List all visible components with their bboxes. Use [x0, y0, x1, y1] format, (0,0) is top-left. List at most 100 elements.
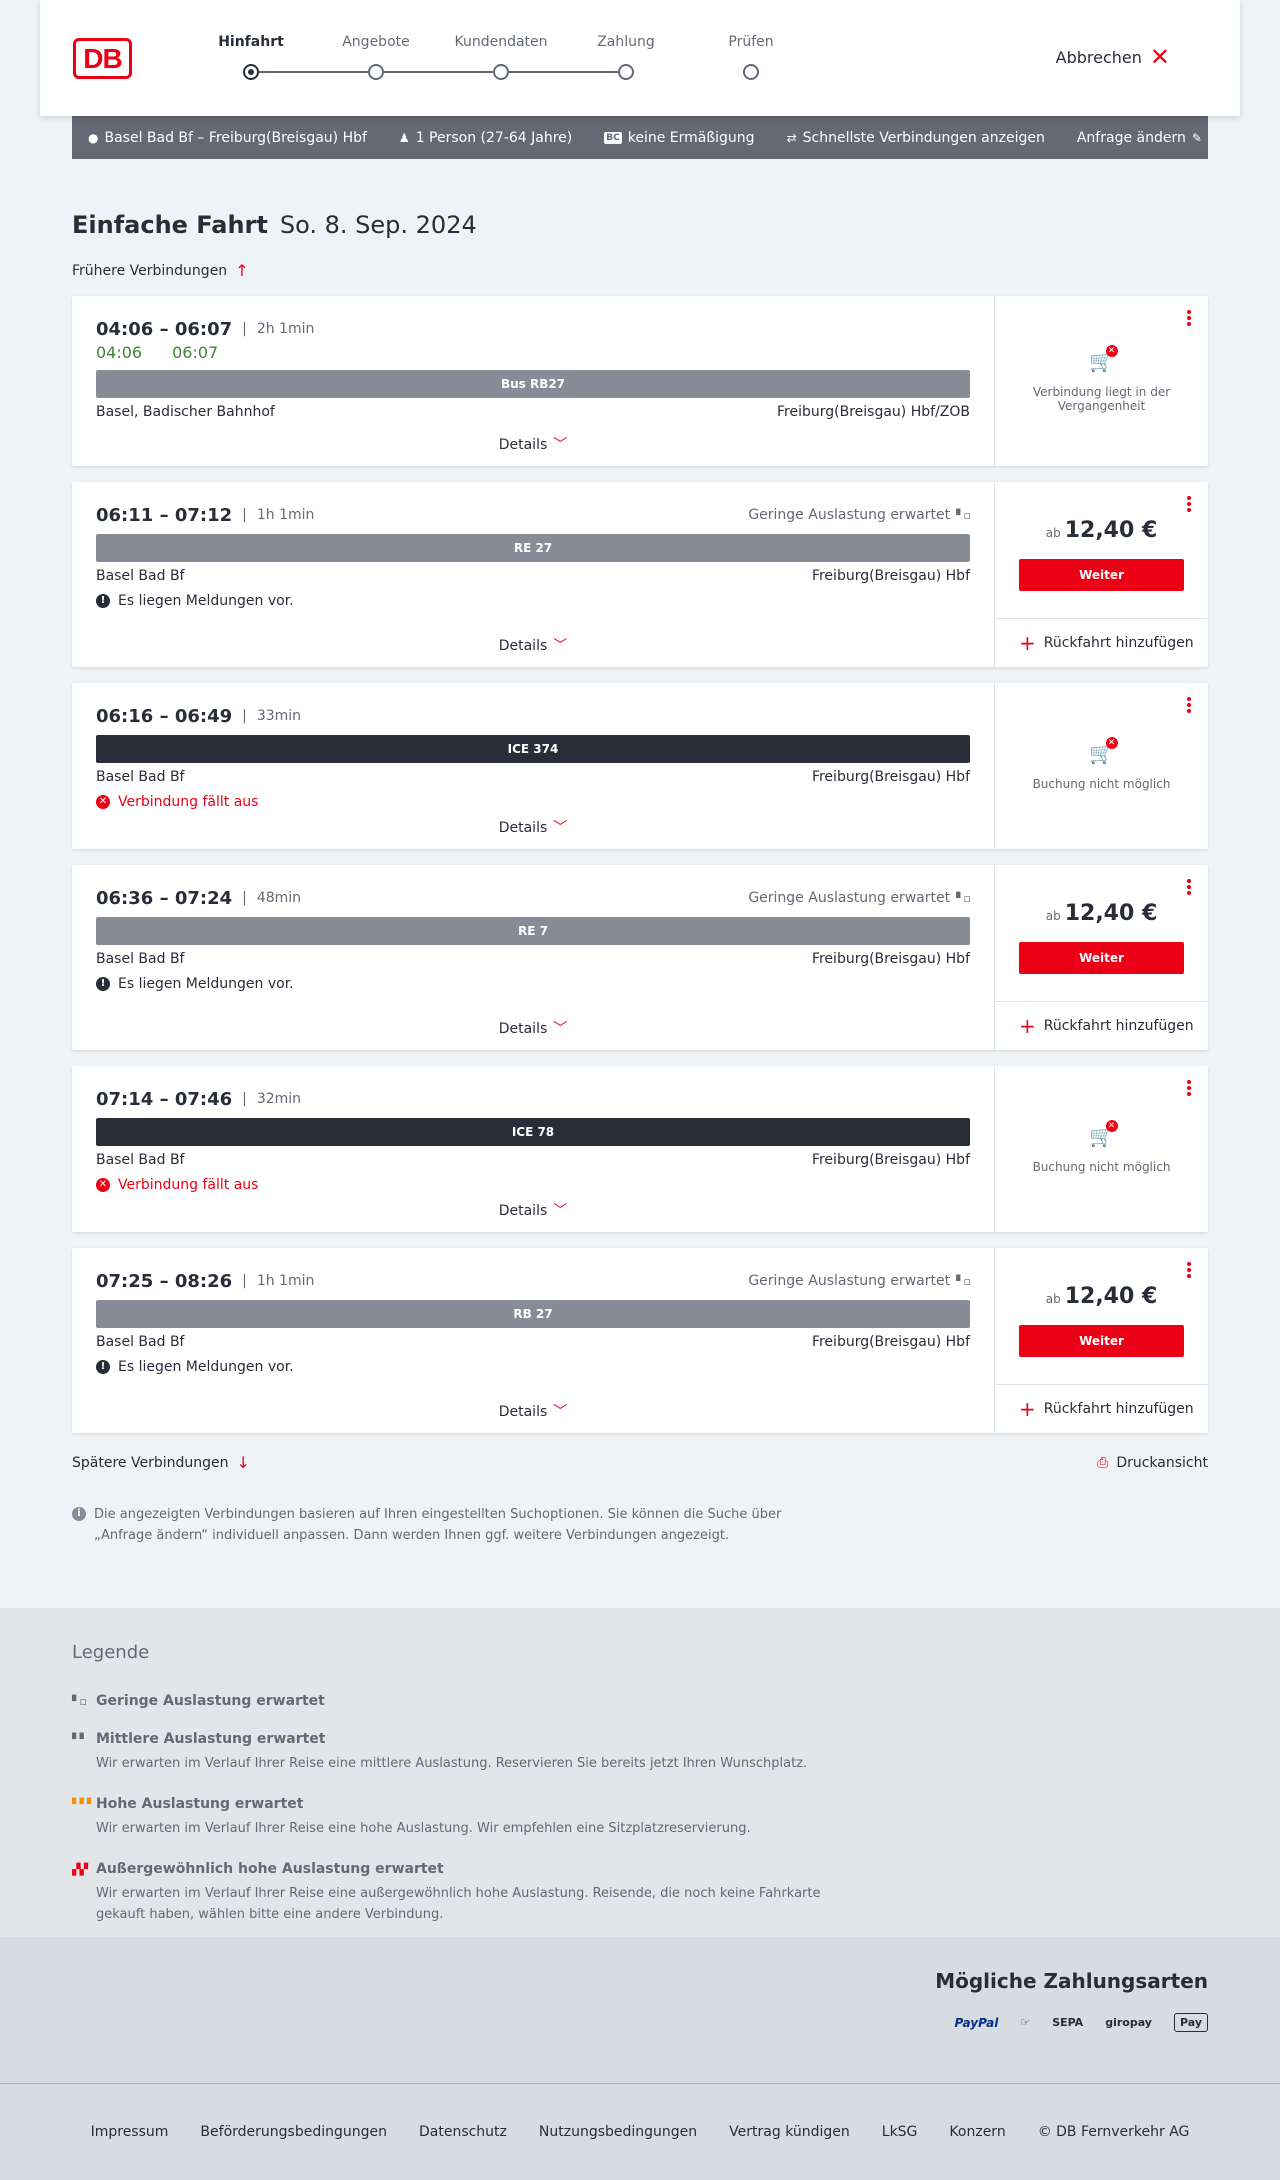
search-option: ⇄ Schnellste Verbindungen anzeigen — [787, 130, 1045, 146]
details-toggle[interactable]: Details ﹀ — [72, 1200, 994, 1220]
origin-station: Basel Bad Bf — [96, 951, 185, 967]
step-label: Zahlung — [597, 34, 655, 50]
plus-icon: + — [1019, 1014, 1036, 1038]
details-toggle[interactable]: Details ﹀ — [72, 817, 994, 837]
details-toggle[interactable]: Details ﹀ — [72, 434, 994, 454]
more-options-icon[interactable] — [1186, 310, 1192, 328]
continue-button[interactable]: Weiter — [1019, 559, 1184, 591]
connection-main: 04:06 – 06:07 | 2h 1min 04:06 06:07 Bus … — [72, 296, 995, 466]
step-dot — [743, 64, 759, 80]
footer-link-konzern[interactable]: Konzern — [949, 2124, 1005, 2140]
cancel-button[interactable]: Abbrechen ✕ — [1056, 45, 1170, 69]
earlier-connections-link[interactable]: Frühere Verbindungen ↑ — [72, 261, 1208, 280]
alert-icon: ! — [96, 594, 110, 608]
footer-link-befoerderungsbedingungen[interactable]: Beförderungsbedingungen — [200, 2124, 387, 2140]
payment-methods-section: Mögliche Zahlungsarten PayPal ☞ SEPA gir… — [0, 1937, 1280, 2083]
occupancy-low-icon: ▘▫ — [72, 1694, 87, 1708]
separator: | — [242, 708, 247, 724]
footer-link-datenschutz[interactable]: Datenschutz — [419, 2124, 507, 2140]
separator: | — [242, 1091, 247, 1107]
occupancy-label: Geringe Auslastung erwartet — [748, 890, 951, 906]
later-label: Spätere Verbindungen — [72, 1454, 229, 1471]
details-toggle[interactable]: Details ﹀ — [72, 1018, 994, 1038]
add-return-button[interactable]: + Rückfahrt hinzufügen — [995, 1385, 1208, 1433]
more-options-icon[interactable] — [1186, 697, 1192, 715]
change-search-button[interactable]: Anfrage ändern ✎ — [1077, 130, 1202, 146]
passengers-text: 1 Person (27-64 Jahre) — [415, 129, 573, 146]
price: ab 12,40 € — [995, 901, 1208, 926]
change-search-label: Anfrage ändern — [1076, 129, 1186, 146]
more-options-icon[interactable] — [1186, 879, 1192, 897]
chevron-down-icon: ﹀ — [553, 1021, 568, 1037]
details-toggle[interactable]: Details ﹀ — [72, 635, 994, 655]
search-discount: BC keine Ermäßigung — [604, 130, 755, 146]
connection-message: ! Es liegen Meldungen vor. — [96, 592, 970, 610]
connection-card: 07:14 – 07:46 | 32min ICE 78 Basel Bad B… — [72, 1066, 1208, 1232]
printer-icon: ⎙ — [1097, 1454, 1109, 1471]
connection-side: 🛒 ✕ Buchung nicht möglich — [995, 683, 1208, 849]
step-label: Prüfen — [728, 34, 774, 50]
more-options-icon[interactable] — [1186, 1080, 1192, 1098]
person-icon: ♟ — [398, 130, 410, 145]
details-label: Details — [498, 638, 548, 654]
add-return-button[interactable]: + Rückfahrt hinzufügen — [995, 1002, 1208, 1050]
price: ab 12,40 € — [995, 518, 1208, 543]
legend-item: ▘▫ Geringe Auslastung erwartet — [72, 1693, 1208, 1709]
payments-title: Mögliche Zahlungsarten — [935, 1969, 1208, 1993]
step-hinfahrt[interactable]: Hinfahrt — [191, 34, 311, 80]
add-return-button[interactable]: + Rückfahrt hinzufügen — [995, 619, 1208, 667]
footer-link-nutzungsbedingungen[interactable]: Nutzungsbedingungen — [539, 2124, 697, 2140]
connection-card: 06:16 – 06:49 | 33min ICE 374 Basel Bad … — [72, 683, 1208, 849]
continue-button[interactable]: Weiter — [1019, 1325, 1184, 1357]
continue-button[interactable]: Weiter — [1019, 942, 1184, 974]
separator: | — [242, 321, 247, 337]
connection-side: 🛒 ✕ Verbindung liegt in der Vergangenheit — [995, 296, 1208, 466]
more-options-icon[interactable] — [1186, 1262, 1192, 1280]
connection-message: ✕ Verbindung fällt aus — [96, 1176, 970, 1194]
chevron-down-icon: ﹀ — [553, 820, 568, 836]
plus-icon: + — [1019, 631, 1036, 655]
connection-times: 07:14 – 07:46 — [96, 1088, 233, 1110]
side-message: 🛒 ✕ Buchung nicht möglich — [995, 1120, 1208, 1174]
more-options-icon[interactable] — [1186, 496, 1192, 514]
separator: | — [242, 1273, 247, 1289]
connection-main: 07:14 – 07:46 | 32min ICE 78 Basel Bad B… — [72, 1066, 995, 1232]
occupancy-low-icon: ▘▫ — [956, 891, 971, 905]
occupancy-info: Geringe Auslastung erwartet ▘▫ — [748, 1273, 971, 1289]
details-toggle[interactable]: Details ﹀ — [72, 1401, 994, 1421]
later-connections-link[interactable]: Spätere Verbindungen ↓ — [72, 1453, 250, 1472]
connection-card: 04:06 – 06:07 | 2h 1min 04:06 06:07 Bus … — [72, 296, 1208, 466]
payment-logos: PayPal ☞ SEPA giropay Pay — [72, 2013, 1208, 2032]
connection-card: 06:11 – 07:12 | 1h 1min Geringe Auslastu… — [72, 482, 1208, 667]
step-label: Angebote — [342, 34, 410, 50]
message-text: Es liegen Meldungen vor. — [118, 593, 294, 609]
connection-duration: 48min — [256, 890, 302, 906]
print-view-link[interactable]: ⎙ Druckansicht — [1097, 1453, 1208, 1472]
occupancy-medium-icon: ▘▘ — [72, 1732, 88, 1746]
destination-station: Freiburg(Breisgau) Hbf — [811, 769, 970, 785]
swap-arrows-icon: ⇄ — [786, 130, 797, 145]
footer-link-copyright[interactable]: © DB Fernverkehr AG — [1038, 2124, 1190, 2140]
results-footer-row: Spätere Verbindungen ↓ ⎙ Druckansicht — [72, 1453, 1208, 1472]
results-title: Einfache Fahrt So. 8. Sep. 2024 — [72, 211, 1208, 243]
step-dot — [618, 64, 634, 80]
train-bar: Bus RB27 — [96, 370, 970, 398]
side-message: 🛒 ✕ Verbindung liegt in der Vergangenheit — [995, 345, 1208, 413]
footer-link-impressum[interactable]: Impressum — [91, 2124, 169, 2140]
occupancy-label: Geringe Auslastung erwartet — [748, 507, 951, 523]
db-logo[interactable]: DB — [73, 38, 132, 79]
footer-link-vertrag-kuendigen[interactable]: Vertrag kündigen — [729, 2124, 850, 2140]
details-label: Details — [498, 1404, 548, 1420]
info-icon: i — [72, 1507, 86, 1521]
price-prefix: ab — [1045, 909, 1061, 923]
side-text: Buchung nicht möglich — [1032, 777, 1171, 791]
footer-link-lksg[interactable]: LkSG — [882, 2124, 918, 2140]
return-label: Rückfahrt hinzufügen — [1043, 635, 1194, 651]
step-dot — [243, 64, 259, 80]
legend-item-title: Mittlere Auslastung erwartet — [96, 1731, 326, 1747]
connection-duration: 1h 1min — [256, 507, 315, 523]
origin-station: Basel Bad Bf — [96, 568, 185, 584]
route-text: Basel Bad Bf – Freiburg(Breisgau) Hbf — [104, 129, 367, 146]
occupancy-high-icon: ▘▘▘ — [72, 1797, 95, 1811]
chevron-down-icon: ﹀ — [553, 1203, 568, 1219]
